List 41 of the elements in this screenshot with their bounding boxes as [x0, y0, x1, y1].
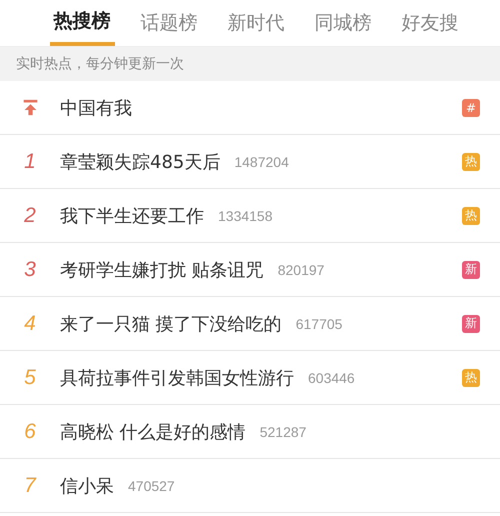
search-count: 1487204	[234, 154, 289, 170]
tag-badge: #	[462, 98, 480, 116]
rank-number: 6	[24, 420, 36, 444]
list-item[interactable]: 3 考研学生嫌打扰 贴条诅咒 820197 新	[0, 243, 500, 297]
search-count: 521287	[260, 424, 306, 440]
item-title: 考研学生嫌打扰 贴条诅咒	[60, 258, 264, 282]
tab[interactable]: 好友搜	[398, 0, 462, 46]
item-title: 来了一只猫 摸了下没给吃的	[60, 312, 282, 336]
list-item[interactable]: 2 我下半生还要工作 1334158 热	[0, 189, 500, 243]
list-item[interactable]: 4 来了一只猫 摸了下没给吃的 617705 新	[0, 297, 500, 351]
search-count: 603446	[308, 370, 355, 386]
tab[interactable]: 新时代	[224, 0, 288, 46]
list-item[interactable]: 中国有我 #	[0, 81, 500, 135]
search-count: 820197	[278, 262, 324, 278]
item-title: 高晓松 什么是好的感情	[60, 420, 246, 444]
list-item[interactable]: 6 高晓松 什么是好的感情 521287	[0, 405, 500, 459]
list-item[interactable]: 1 章莹颖失踪485天后 1487204 热	[0, 135, 500, 189]
list-item[interactable]: 5 具荷拉事件引发韩国女性游行 603446 热	[0, 351, 500, 405]
rank-number: 1	[24, 150, 36, 174]
item-title: 具荷拉事件引发韩国女性游行	[60, 366, 294, 390]
rank-number: 5	[24, 366, 36, 390]
item-title: 中国有我	[60, 96, 132, 120]
item-title: 信小呆	[60, 474, 114, 498]
rank-number: 7	[24, 474, 36, 498]
tag-badge: 新	[462, 260, 480, 278]
tag-badge: 热	[462, 152, 480, 170]
search-count: 1334158	[218, 208, 273, 224]
rank-number: 4	[24, 312, 36, 336]
rank-number: 2	[24, 204, 36, 228]
list-item[interactable]: 7 信小呆 470527	[0, 459, 500, 513]
tab[interactable]: 同城榜	[310, 0, 376, 46]
tag-badge: 热	[462, 206, 480, 224]
search-count: 470527	[128, 478, 175, 494]
tab[interactable]: 话题榜	[136, 0, 202, 46]
tag-badge: 热	[462, 368, 480, 386]
item-title: 章莹颖失踪485天后	[60, 150, 220, 174]
rank-number: 3	[24, 258, 36, 282]
search-count: 617705	[296, 316, 342, 332]
tag-badge: 新	[462, 314, 480, 332]
subtitle-text: 实时热点，每分钟更新一次	[16, 55, 184, 73]
item-title: 我下半生还要工作	[60, 204, 204, 228]
